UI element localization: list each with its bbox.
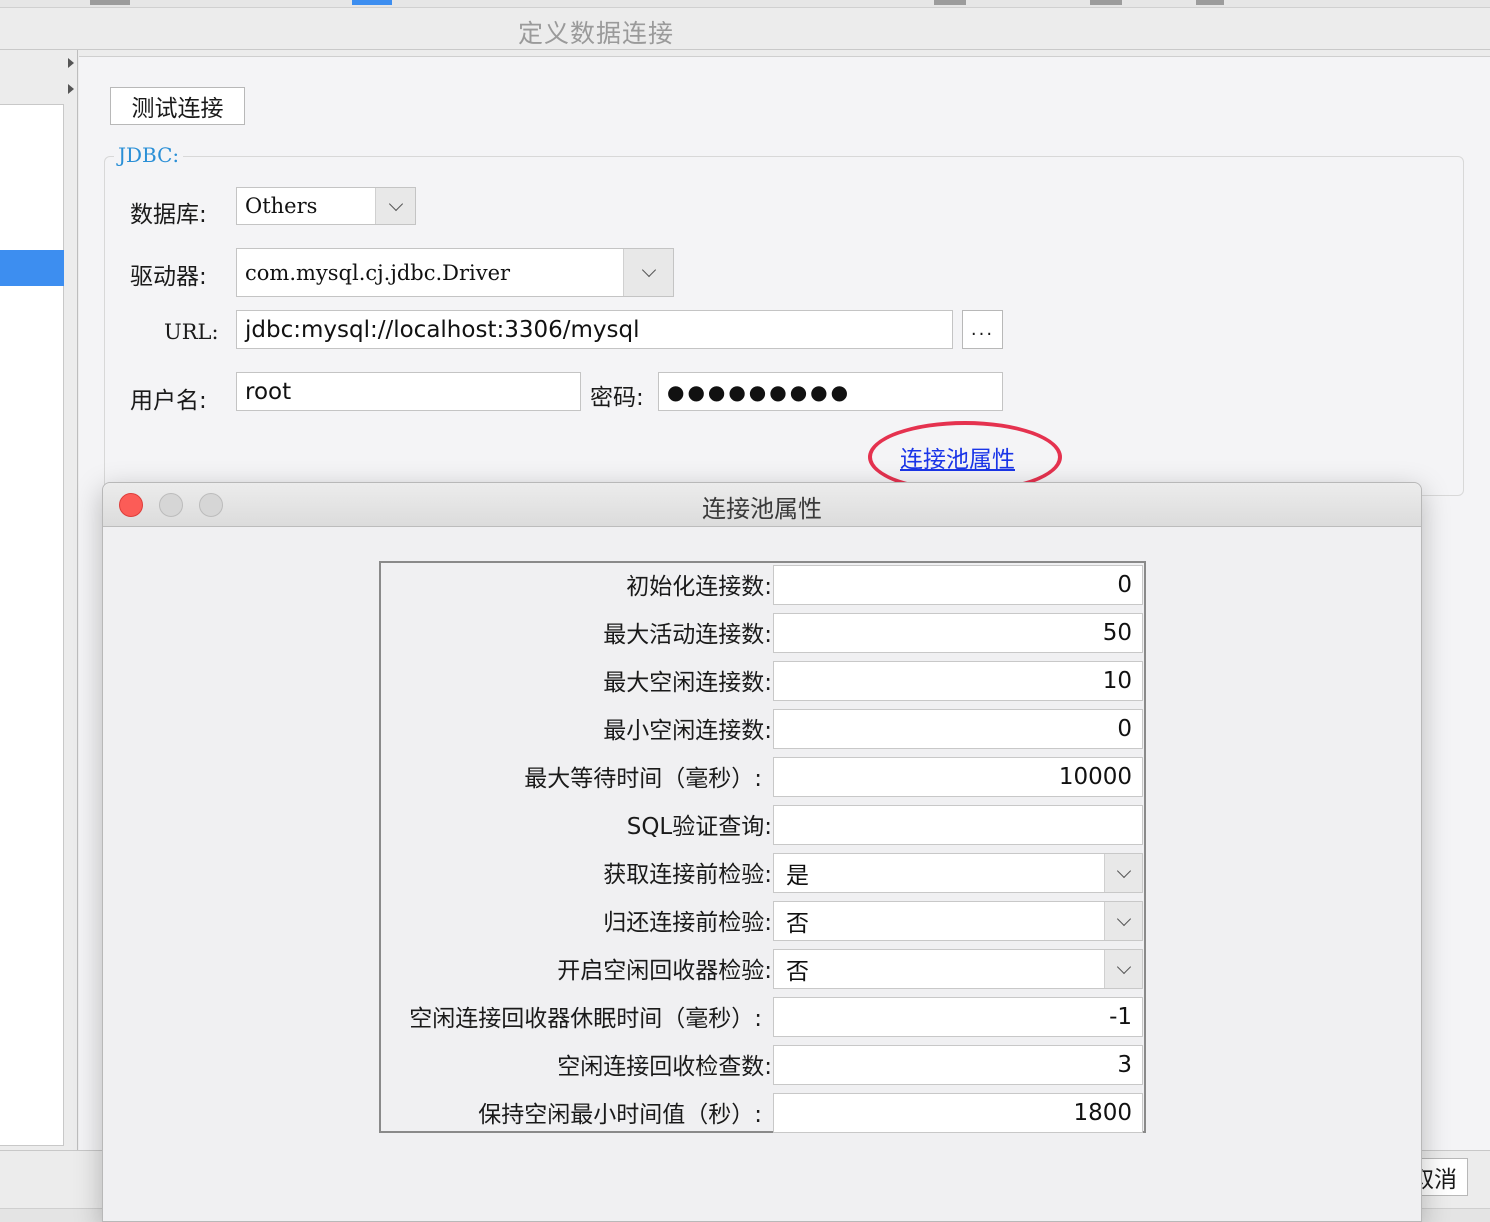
- test-on-return-select[interactable]: 否: [773, 901, 1143, 941]
- pool-row-label: SQL验证查询:: [626, 814, 772, 840]
- toolbar-fragment: [352, 0, 392, 5]
- toolbar-fragment: [1090, 0, 1122, 5]
- driver-label: 驱动器:: [130, 264, 207, 290]
- url-input[interactable]: jdbc:mysql://localhost:3306/mysql: [236, 310, 953, 349]
- max-active-input[interactable]: 50: [773, 613, 1143, 653]
- test-connection-button[interactable]: 测试连接: [110, 87, 245, 125]
- driver-select[interactable]: com.mysql.cj.jdbc.Driver: [236, 248, 674, 297]
- pool-row-label: 最小空闲连接数:: [603, 718, 772, 744]
- pool-row-label: 最大等待时间（毫秒）:: [524, 766, 762, 792]
- test-while-idle-select[interactable]: 否: [773, 949, 1143, 989]
- pool-row-max-idle: 最大空闲连接数: 10: [381, 659, 1144, 707]
- pool-row-label: 获取连接前检验:: [603, 862, 772, 888]
- min-evictable-idle-input[interactable]: 1800: [773, 1093, 1143, 1133]
- connection-pool-dialog: 连接池属性 初始化连接数: 0 最大活动连接数: 50 最大空闲连接数: 10 …: [102, 482, 1422, 1222]
- pool-row-label: 最大空闲连接数:: [603, 670, 772, 696]
- pool-row-tests-per-eviction: 空闲连接回收检查数: 3: [381, 1043, 1144, 1091]
- expand-arrow-icon[interactable]: [68, 84, 74, 94]
- pool-row-label: 开启空闲回收器检验:: [557, 958, 772, 984]
- initial-connections-input[interactable]: 0: [773, 565, 1143, 605]
- username-label: 用户名:: [130, 388, 207, 414]
- password-label: 密码:: [590, 385, 644, 411]
- dialog-titlebar: 连接池属性: [103, 483, 1421, 527]
- window-title: 定义数据连接: [518, 19, 675, 48]
- chevron-down-icon: [1116, 911, 1131, 926]
- username-input[interactable]: root: [236, 372, 581, 411]
- pool-row-min-evictable-idle: 保持空闲最小时间值（秒）: 1800: [381, 1091, 1144, 1139]
- pool-row-test-on-borrow: 获取连接前检验: 是: [381, 851, 1144, 899]
- pool-row-min-idle: 最小空闲连接数: 0: [381, 707, 1144, 755]
- password-input[interactable]: ●●●●●●●●●: [658, 372, 1003, 411]
- pool-row-max-active: 最大活动连接数: 50: [381, 611, 1144, 659]
- top-toolbar-strip: [0, 0, 1490, 8]
- collapse-arrow-icon[interactable]: [68, 58, 74, 68]
- connection-list-selected-item[interactable]: [0, 250, 64, 286]
- pool-row-test-on-return: 归还连接前检验: 否: [381, 899, 1144, 947]
- test-on-borrow-value: 是: [786, 863, 809, 889]
- test-on-borrow-dropdown-arrow[interactable]: [1104, 854, 1142, 892]
- pool-row-evictor-sleep: 空闲连接回收器休眠时间（毫秒）: -1: [381, 995, 1144, 1043]
- database-select[interactable]: Others: [236, 187, 416, 225]
- pool-row-label: 空闲连接回收检查数:: [557, 1054, 772, 1080]
- test-on-return-dropdown-arrow[interactable]: [1104, 902, 1142, 940]
- chevron-down-icon: [388, 196, 403, 211]
- chevron-down-icon: [1116, 863, 1131, 878]
- pool-row-initial-connections: 初始化连接数: 0: [381, 563, 1144, 611]
- window-titlebar: 定义数据连接: [0, 8, 1490, 50]
- pool-row-label: 保持空闲最小时间值（秒）:: [478, 1102, 762, 1128]
- max-idle-input[interactable]: 10: [773, 661, 1143, 701]
- test-while-idle-value: 否: [786, 959, 809, 985]
- validation-query-input[interactable]: [773, 805, 1143, 845]
- driver-dropdown-arrow[interactable]: [623, 249, 673, 296]
- dialog-title: 连接池属性: [702, 495, 822, 523]
- url-label: URL:: [164, 320, 219, 344]
- test-while-idle-dropdown-arrow[interactable]: [1104, 950, 1142, 988]
- driver-value: com.mysql.cj.jdbc.Driver: [245, 260, 511, 285]
- toolbar-fragment: [90, 0, 130, 5]
- tests-per-eviction-input[interactable]: 3: [773, 1045, 1143, 1085]
- url-browse-button[interactable]: ...: [962, 310, 1003, 349]
- test-on-borrow-select[interactable]: 是: [773, 853, 1143, 893]
- database-value: Others: [245, 194, 318, 218]
- pool-row-label: 归还连接前检验:: [603, 910, 772, 936]
- pool-row-label: 空闲连接回收器休眠时间（毫秒）:: [409, 1006, 762, 1032]
- pool-row-max-wait: 最大等待时间（毫秒）: 10000: [381, 755, 1144, 803]
- pool-row-label: 初始化连接数:: [626, 574, 772, 600]
- test-on-return-value: 否: [786, 911, 809, 937]
- pool-row-test-while-idle: 开启空闲回收器检验: 否: [381, 947, 1144, 995]
- database-dropdown-arrow[interactable]: [375, 188, 415, 224]
- toolbar-fragment: [934, 0, 966, 5]
- chevron-down-icon: [1116, 959, 1131, 974]
- min-idle-input[interactable]: 0: [773, 709, 1143, 749]
- url-value: jdbc:mysql://localhost:3306/mysql: [245, 316, 640, 343]
- toolbar-fragment: [1196, 0, 1224, 5]
- pool-row-label: 最大活动连接数:: [603, 622, 772, 648]
- evictor-sleep-input[interactable]: -1: [773, 997, 1143, 1037]
- pool-properties-grid: 初始化连接数: 0 最大活动连接数: 50 最大空闲连接数: 10 最小空闲连接…: [379, 561, 1146, 1133]
- chevron-down-icon: [641, 262, 656, 278]
- database-label: 数据库:: [130, 202, 207, 228]
- jdbc-legend: JDBC:: [114, 143, 184, 167]
- username-value: root: [245, 378, 292, 405]
- pool-row-validation-query: SQL验证查询:: [381, 803, 1144, 851]
- max-wait-input[interactable]: 10000: [773, 757, 1143, 797]
- password-value: ●●●●●●●●●: [667, 379, 852, 404]
